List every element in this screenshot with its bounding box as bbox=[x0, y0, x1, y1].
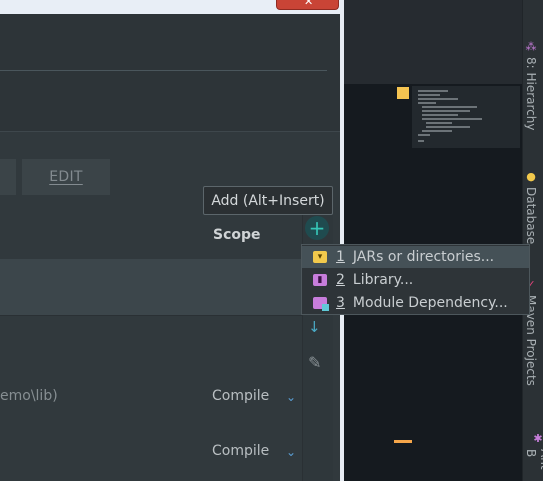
menu-item-label: JARs or directories... bbox=[352, 249, 495, 265]
add-icon[interactable]: + bbox=[305, 216, 329, 240]
close-button[interactable]: ✕ bbox=[276, 0, 339, 10]
scope-dropdown-value[interactable]: Compile bbox=[212, 443, 269, 459]
pencil-icon[interactable]: ✎ bbox=[308, 353, 321, 372]
add-dependency-popup: ▾ 1 JARs or directories... ▮ 2 Library..… bbox=[301, 244, 530, 315]
add-tooltip: Add (Alt+Insert) bbox=[203, 186, 333, 215]
jar-folder-icon: ▾ bbox=[313, 251, 327, 263]
tool-tab-hierarchy[interactable]: ⁂ 8: Hierarchy bbox=[524, 40, 538, 131]
table-row-selected[interactable] bbox=[0, 259, 302, 315]
module-icon bbox=[313, 297, 329, 311]
tool-tab-label: Ant B bbox=[524, 449, 543, 470]
menu-item-number: 1 bbox=[336, 249, 345, 265]
tool-tab-label: Database bbox=[524, 187, 538, 245]
ant-icon: ✱ bbox=[531, 432, 543, 445]
row-divider bbox=[0, 315, 302, 316]
dependency-path[interactable]: emo\lib) bbox=[0, 388, 58, 404]
scope-column-header[interactable]: Scope bbox=[213, 227, 261, 243]
library-icon: ▮ bbox=[313, 274, 327, 286]
separator bbox=[0, 70, 327, 71]
database-icon: ● bbox=[524, 170, 538, 183]
menu-item-library[interactable]: ▮ 2 Library... bbox=[302, 269, 529, 291]
bookmark-marker bbox=[397, 87, 409, 99]
tool-tab-ant[interactable]: ✱ Ant B bbox=[524, 432, 543, 481]
chevron-down-icon[interactable]: ⌄ bbox=[286, 445, 296, 459]
dialog-header-area bbox=[0, 14, 340, 132]
tool-tab-label: 8: Hierarchy bbox=[524, 57, 538, 131]
divider bbox=[0, 131, 340, 132]
tool-tab-database[interactable]: ● Database bbox=[524, 170, 538, 244]
edit-button-label: EDIT bbox=[49, 169, 83, 185]
menu-item-label: Library... bbox=[352, 272, 414, 288]
close-icon[interactable]: ✕ bbox=[304, 0, 313, 8]
move-down-icon[interactable]: ↓ bbox=[308, 318, 321, 336]
menu-item-label: Module Dependency... bbox=[352, 295, 508, 311]
menu-item-module-dependency[interactable]: 3 Module Dependency... bbox=[302, 292, 529, 314]
chevron-down-icon[interactable]: ⌄ bbox=[286, 390, 296, 404]
code-preview bbox=[412, 86, 520, 148]
scope-dropdown-value[interactable]: Compile bbox=[212, 388, 269, 404]
menu-item-number: 3 bbox=[336, 295, 345, 311]
ide-toolbar-area bbox=[344, 0, 522, 84]
hierarchy-icon: ⁂ bbox=[524, 40, 538, 53]
menu-item-jars[interactable]: ▾ 1 JARs or directories... bbox=[302, 246, 529, 268]
toolbar-button-partial[interactable] bbox=[0, 159, 16, 195]
caret-marker bbox=[394, 440, 412, 443]
edit-button[interactable]: EDIT bbox=[22, 159, 110, 195]
menu-item-number: 2 bbox=[336, 272, 345, 288]
